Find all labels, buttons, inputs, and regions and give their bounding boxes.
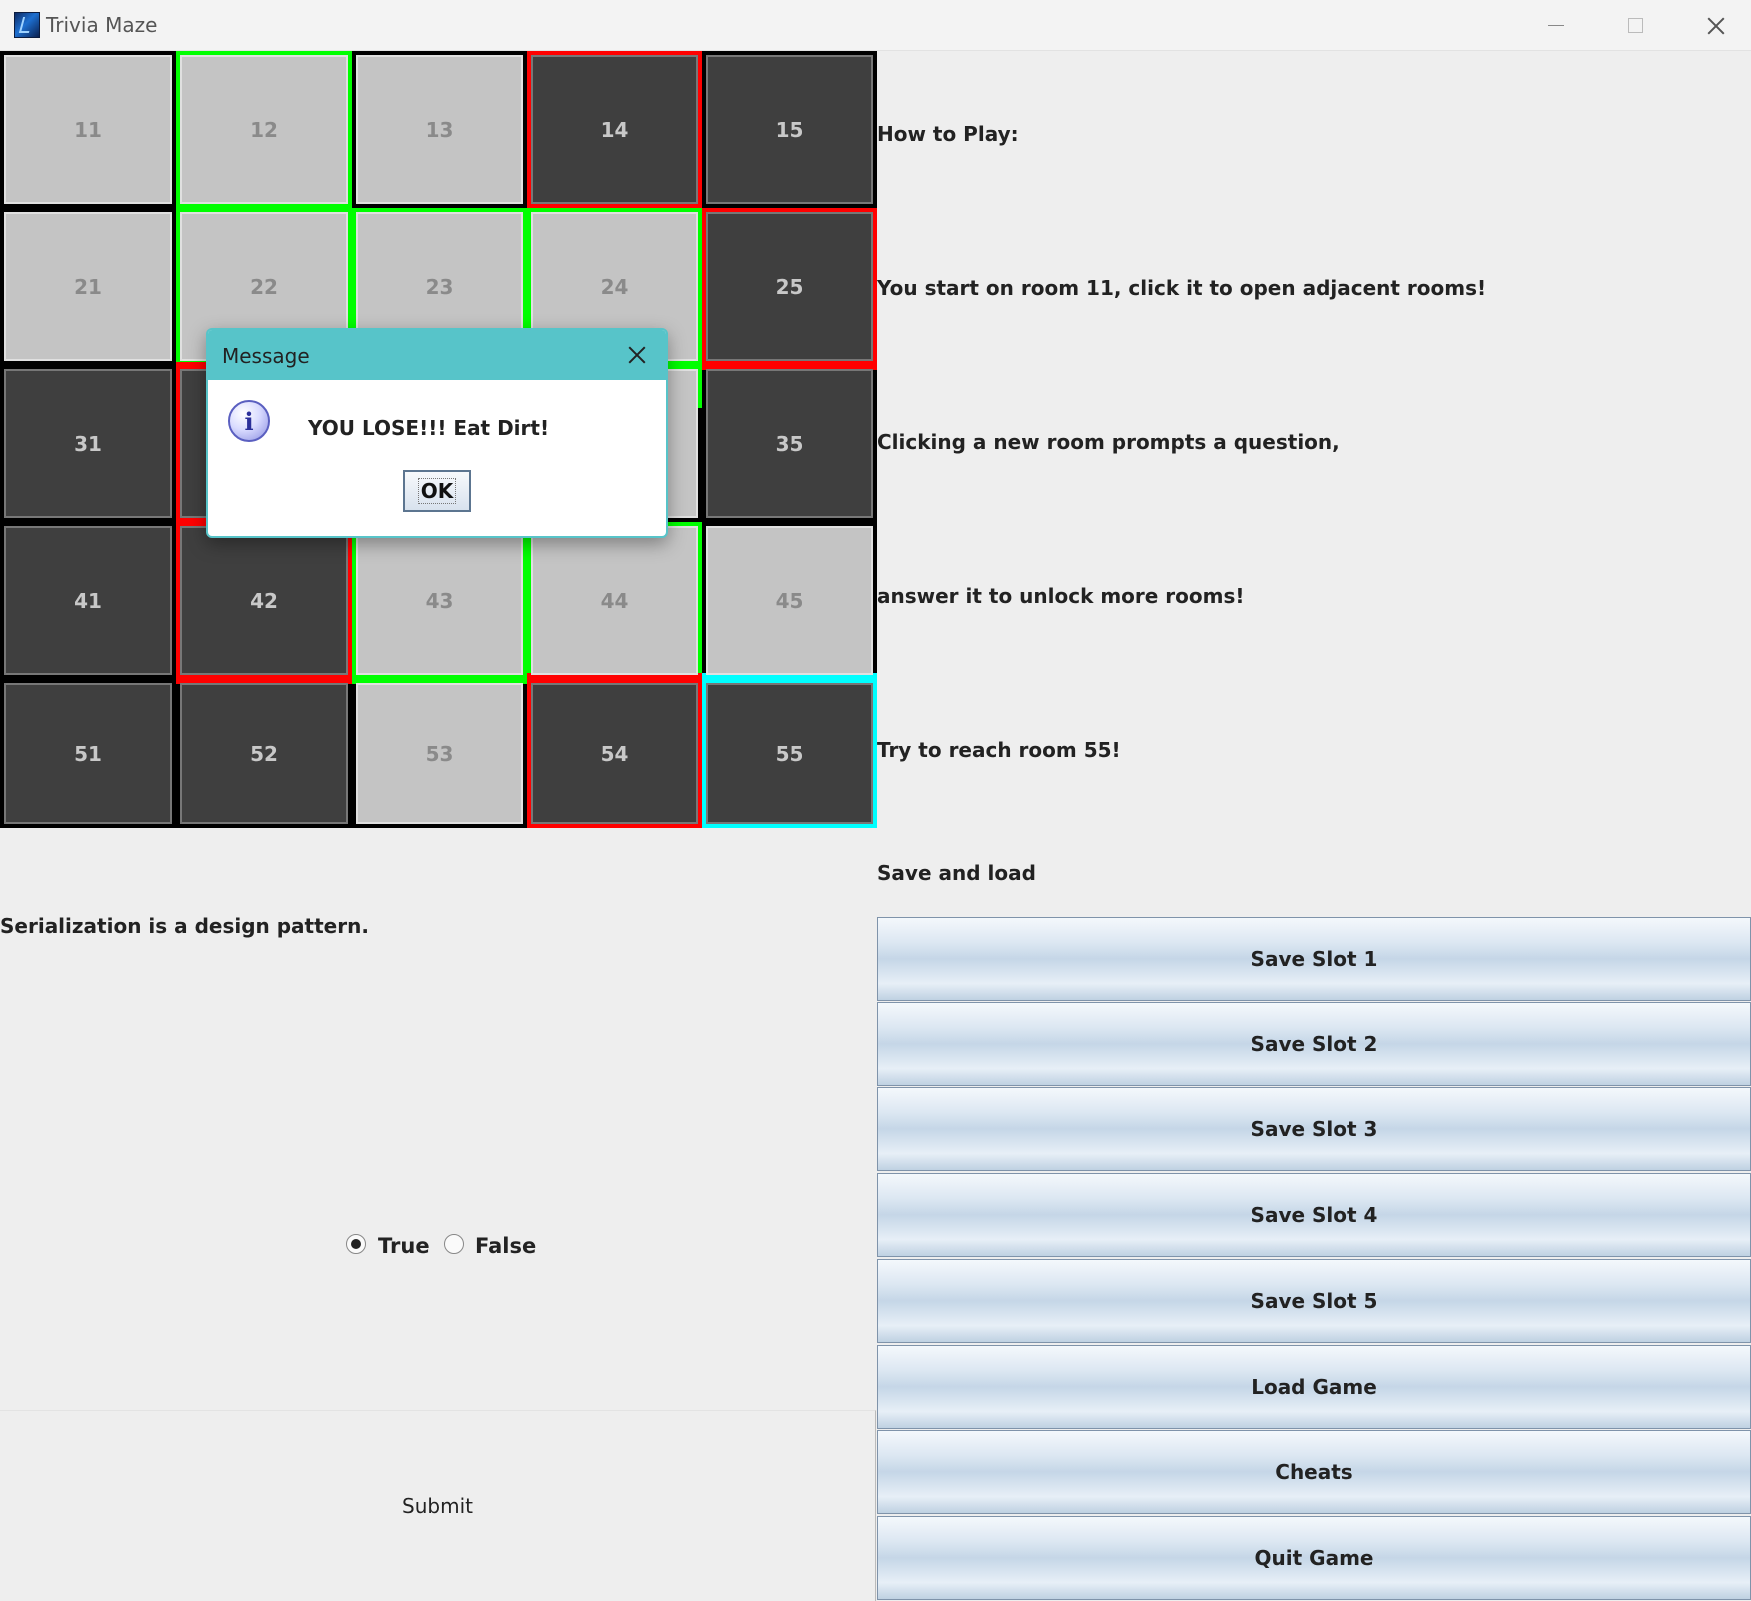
- save-slot-4-button[interactable]: Save Slot 4: [877, 1173, 1751, 1257]
- false-radio-label[interactable]: False: [475, 1234, 536, 1258]
- room-53-button[interactable]: 53: [356, 683, 523, 824]
- room-15-button[interactable]: 15: [706, 55, 873, 204]
- question-text: Serialization is a design pattern.: [0, 914, 369, 938]
- instruction-line-1: You start on room 11, click it to open a…: [877, 276, 1487, 300]
- room-43-button[interactable]: 43: [356, 526, 523, 675]
- room-35-button[interactable]: 35: [706, 369, 873, 518]
- room-44-button[interactable]: 44: [531, 526, 698, 675]
- save-slot-5-button[interactable]: Save Slot 5: [877, 1259, 1751, 1343]
- room-cell: 42: [176, 522, 352, 679]
- room-cell: 15: [702, 51, 877, 208]
- message-dialog: Message i YOU LOSE!!! Eat Dirt! OK: [206, 328, 668, 538]
- instruction-line-2: Clicking a new room prompts a question,: [877, 430, 1340, 454]
- room-11-button[interactable]: 11: [4, 55, 172, 204]
- room-cell: 45: [702, 522, 877, 679]
- title-bar: Trivia Maze: [0, 0, 1751, 51]
- room-cell: 12: [176, 51, 352, 208]
- close-window-button[interactable]: [1674, 0, 1751, 50]
- cheats-button[interactable]: Cheats: [877, 1430, 1751, 1514]
- room-12-button[interactable]: 12: [180, 55, 348, 204]
- room-31-button[interactable]: 31: [4, 369, 172, 518]
- room-cell: 41: [0, 522, 176, 679]
- room-cell: 43: [352, 522, 527, 679]
- room-55-button[interactable]: 55: [706, 683, 873, 824]
- room-cell: 53: [352, 679, 527, 828]
- room-54-button[interactable]: 54: [531, 683, 698, 824]
- dialog-close-icon[interactable]: [626, 344, 648, 366]
- room-cell: 55: [702, 679, 877, 828]
- instruction-line-4: Try to reach room 55!: [877, 738, 1121, 762]
- room-cell: 25: [702, 208, 877, 365]
- save-load-heading: Save and load: [877, 861, 1036, 885]
- true-radio-label[interactable]: True: [378, 1234, 430, 1258]
- minimize-button[interactable]: [1514, 0, 1594, 50]
- room-cell: 13: [352, 51, 527, 208]
- room-cell: 51: [0, 679, 176, 828]
- room-cell: 31: [0, 365, 176, 522]
- instruction-line-3: answer it to unlock more rooms!: [877, 584, 1245, 608]
- true-radio[interactable]: [346, 1234, 366, 1254]
- room-cell: 54: [527, 679, 702, 828]
- quit-game-button[interactable]: Quit Game: [877, 1516, 1751, 1600]
- ok-button[interactable]: OK: [403, 470, 471, 512]
- room-cell: 52: [176, 679, 352, 828]
- room-cell: 14: [527, 51, 702, 208]
- save-slot-2-button[interactable]: Save Slot 2: [877, 1002, 1751, 1086]
- room-cell: 11: [0, 51, 176, 208]
- window-title: Trivia Maze: [46, 13, 158, 37]
- room-42-button[interactable]: 42: [180, 526, 348, 675]
- room-cell: 21: [0, 208, 176, 365]
- dialog-title: Message: [222, 344, 310, 368]
- load-game-button[interactable]: Load Game: [877, 1345, 1751, 1429]
- app-icon: [14, 12, 40, 38]
- room-cell: 44: [527, 522, 702, 679]
- save-slot-3-button[interactable]: Save Slot 3: [877, 1087, 1751, 1171]
- how-to-play-heading: How to Play:: [877, 122, 1019, 146]
- false-radio[interactable]: [444, 1234, 464, 1254]
- room-14-button[interactable]: 14: [531, 55, 698, 204]
- submit-button[interactable]: Submit: [0, 1410, 876, 1601]
- dialog-title-bar: Message: [208, 330, 666, 380]
- maximize-button[interactable]: [1594, 0, 1674, 50]
- room-21-button[interactable]: 21: [4, 212, 172, 361]
- dialog-message: YOU LOSE!!! Eat Dirt!: [308, 416, 550, 440]
- room-51-button[interactable]: 51: [4, 683, 172, 824]
- save-slot-1-button[interactable]: Save Slot 1: [877, 917, 1751, 1001]
- room-52-button[interactable]: 52: [180, 683, 348, 824]
- ok-button-label: OK: [417, 478, 457, 504]
- room-45-button[interactable]: 45: [706, 526, 873, 675]
- info-icon: i: [228, 400, 270, 442]
- room-41-button[interactable]: 41: [4, 526, 172, 675]
- room-25-button[interactable]: 25: [706, 212, 873, 361]
- room-cell: 35: [702, 365, 877, 522]
- room-13-button[interactable]: 13: [356, 55, 523, 204]
